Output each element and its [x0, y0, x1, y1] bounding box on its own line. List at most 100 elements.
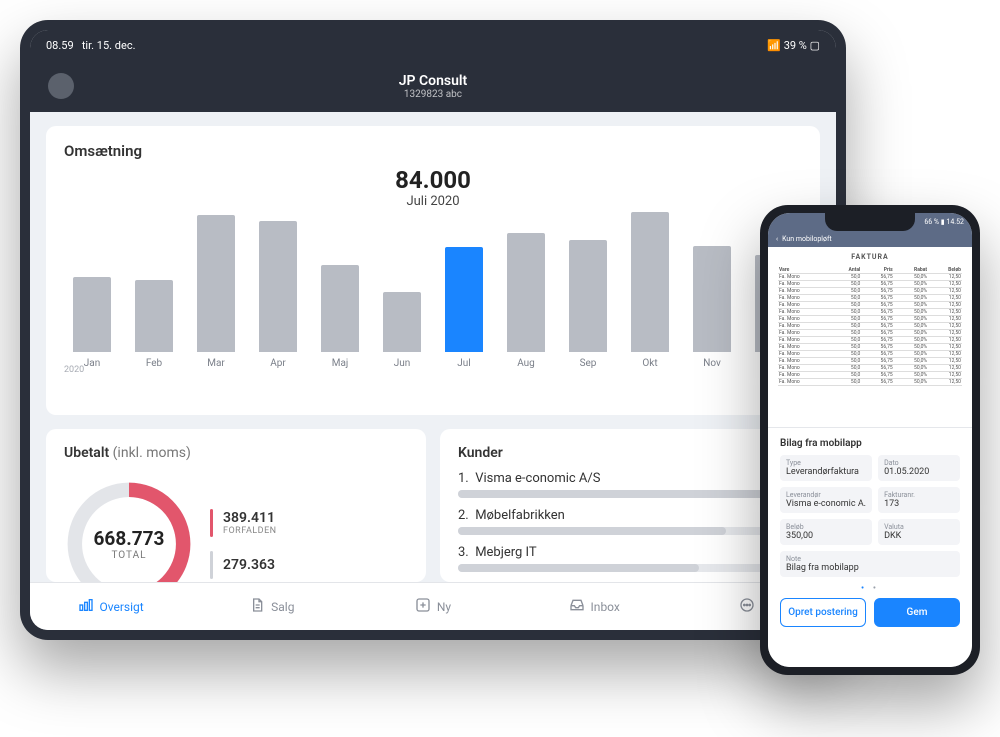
customer-bar: [458, 490, 802, 498]
chart-bar[interactable]: Feb: [130, 280, 178, 370]
chart-bar[interactable]: Mar: [192, 215, 240, 370]
chart-bar-label: Nov: [703, 358, 721, 369]
customer-bar: 205.000: [458, 564, 802, 572]
invoice-row: Fa. Mono50,056,7550,0%12,50: [778, 330, 962, 337]
customer-rank: 1.: [458, 471, 469, 486]
chart-bar[interactable]: Jun: [378, 292, 426, 369]
create-posting-button[interactable]: Opret postering: [780, 598, 866, 627]
bars-icon: [78, 597, 94, 616]
revenue-highlight-value: 84.000: [64, 166, 802, 194]
chart-bar[interactable]: Maj: [316, 265, 364, 370]
company-name: JP Consult: [399, 73, 468, 89]
chart-bar-label: Apr: [270, 358, 286, 369]
field-invoice-number[interactable]: Fakturanr. 173: [878, 487, 960, 513]
tab-inbox[interactable]: Inbox: [514, 583, 675, 630]
field-date-value: 01.05.2020: [884, 467, 954, 477]
legend-tick-overdue: [210, 509, 213, 537]
customer-label: Visma e-conomic A/S: [475, 471, 600, 486]
customer-row[interactable]: 1. Visma e-conomic A/S: [458, 471, 802, 498]
field-currency-value: DKK: [884, 531, 954, 541]
tab-oversigt[interactable]: Oversigt: [30, 583, 191, 630]
unpaid-total-label: TOTAL: [111, 550, 146, 561]
battery-icon: ▢: [810, 39, 820, 52]
customer-row[interactable]: 3. Mebjerg IT205.000: [458, 545, 802, 572]
save-button[interactable]: Gem: [874, 598, 960, 627]
field-amount-value: 350,00: [786, 531, 866, 541]
phone-notch: [825, 213, 915, 231]
invoice-row: Fa. Mono50,056,7550,0%12,50: [778, 274, 962, 281]
field-type-label: Type: [786, 459, 866, 467]
invoice-row: Fa. Mono50,056,7550,0%12,50: [778, 379, 962, 386]
customer-label: Mebjerg IT: [475, 545, 536, 560]
customer-row[interactable]: 2. Møbelfabrikken225.: [458, 508, 802, 535]
chart-bar[interactable]: Apr: [254, 221, 302, 369]
field-date-label: Dato: [884, 459, 954, 467]
chart-bar[interactable]: Jul: [440, 247, 488, 369]
revenue-chart[interactable]: JanFebMarAprMajJunJulAugSepOktNovDec 202…: [64, 219, 802, 399]
customer-label: Møbelfabrikken: [475, 508, 565, 523]
attachment-form: Bilag fra mobilapp Type Leverandørfaktur…: [768, 427, 972, 667]
form-section-title: Bilag fra mobilapp: [780, 438, 960, 449]
customer-rank: 2.: [458, 508, 469, 523]
page-dots: • •: [780, 583, 960, 594]
chart-bar[interactable]: Okt: [626, 212, 674, 369]
tablet-status-bar: 08.59 tir. 15. dec. 📶 39 % ▢: [30, 30, 836, 60]
invoice-row: Fa. Mono50,056,7550,0%12,50: [778, 288, 962, 295]
phone-topbar-label: Kun mobilopløft: [782, 235, 832, 243]
status-time: 08.59: [46, 39, 74, 52]
invoice-row: Fa. Mono50,056,7550,0%12,50: [778, 302, 962, 309]
chart-bar-label: Mar: [207, 358, 225, 369]
chart-bar[interactable]: Nov: [688, 246, 736, 369]
field-date[interactable]: Dato 01.05.2020: [878, 455, 960, 481]
company-subtitle: 1329823 abc: [399, 89, 468, 100]
chart-bar-label: Sep: [580, 358, 597, 369]
invoice-preview[interactable]: FAKTURA VareAntalPrisRabatBeløb Fa. Mono…: [768, 247, 972, 427]
tab-label: Oversigt: [100, 600, 144, 614]
overdue-value: 389.411: [223, 510, 277, 526]
chart-bar-label: Maj: [332, 358, 349, 369]
phone-top-bar[interactable]: ‹ Kun mobilopløft: [768, 231, 972, 247]
invoice-row: Fa. Mono50,056,7550,0%12,50: [778, 295, 962, 302]
tab-label: Inbox: [591, 600, 620, 614]
chart-bar[interactable]: Aug: [502, 233, 550, 369]
invoice-row: Fa. Mono50,056,7550,0%12,50: [778, 351, 962, 358]
field-note-value: Bilag fra mobilapp: [786, 563, 954, 573]
invoice-row: Fa. Mono50,056,7550,0%12,50: [778, 337, 962, 344]
chart-bar[interactable]: Jan: [68, 277, 116, 369]
battery-icon: ▮: [941, 218, 945, 226]
invoice-title: FAKTURA: [851, 253, 889, 261]
unpaid-card: Ubetalt (inkl. moms) 668.773 TOTAL: [46, 429, 426, 582]
revenue-title: Omsætning: [64, 142, 802, 160]
invoice-row: Fa. Mono50,056,7550,0%12,50: [778, 316, 962, 323]
chart-bar-label: Jun: [394, 358, 411, 369]
tab-salg[interactable]: Salg: [191, 583, 352, 630]
field-currency-label: Valuta: [884, 523, 954, 531]
phone-time: 14.52: [946, 218, 964, 226]
avatar[interactable]: [48, 73, 74, 99]
tab-ny[interactable]: Ny: [352, 583, 513, 630]
invoice-row: Fa. Mono50,056,7550,0%12,50: [778, 344, 962, 351]
chart-bar[interactable]: Sep: [564, 240, 612, 370]
other-value: 279.363: [223, 557, 275, 573]
field-amount[interactable]: Beløb 350,00: [780, 519, 872, 545]
wifi-icon: 📶: [767, 39, 781, 52]
field-type[interactable]: Type Leverandørfaktura: [780, 455, 872, 481]
back-icon[interactable]: ‹: [776, 235, 778, 243]
field-vendor[interactable]: Leverandør Visma e-conomic A.: [780, 487, 872, 513]
invoice-row: Fa. Mono50,056,7550,0%12,50: [778, 358, 962, 365]
field-currency[interactable]: Valuta DKK: [878, 519, 960, 545]
tab-label: Salg: [271, 600, 294, 614]
chart-bar-label: Jan: [84, 358, 100, 369]
invoice-row: Fa. Mono50,056,7550,0%12,50: [778, 372, 962, 379]
unpaid-total: 668.773: [94, 527, 165, 550]
field-note[interactable]: Note Bilag fra mobilapp: [780, 551, 960, 577]
phone-device: 66 % ▮ 14.52 ‹ Kun mobilopløft FAKTURA V…: [760, 205, 980, 675]
field-type-value: Leverandørfaktura: [786, 467, 866, 477]
field-vendor-value: Visma e-conomic A.: [786, 499, 866, 509]
invoice-row: Fa. Mono50,056,7550,0%12,50: [778, 365, 962, 372]
phone-screen: 66 % ▮ 14.52 ‹ Kun mobilopløft FAKTURA V…: [768, 213, 972, 667]
tab-bar: OversigtSalgNyInboxM: [30, 582, 836, 630]
overdue-label: FORFALDEN: [223, 526, 277, 536]
unpaid-donut: 668.773 TOTAL: [64, 479, 194, 582]
chart-bar-label: Aug: [517, 358, 535, 369]
